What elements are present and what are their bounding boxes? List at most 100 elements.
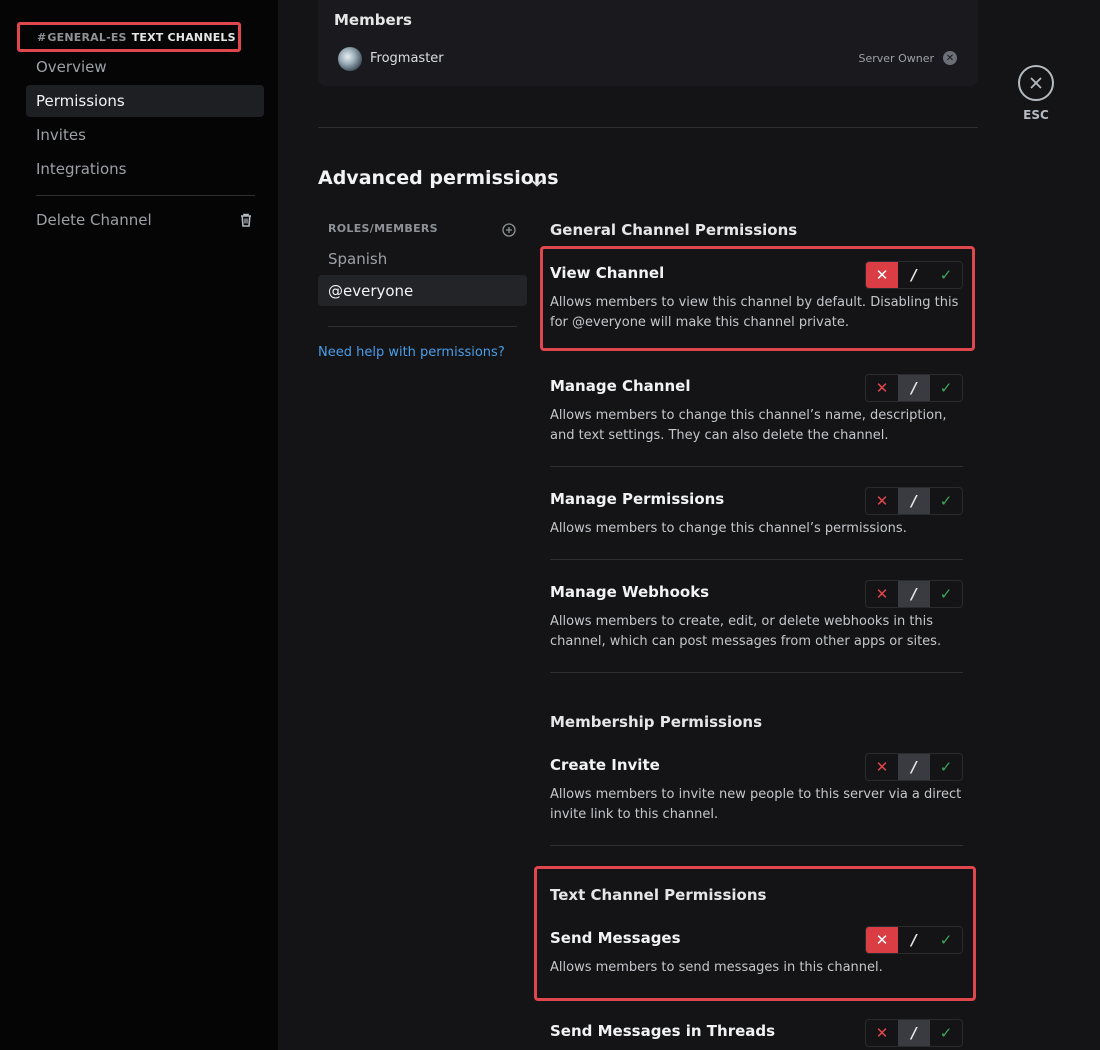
close-button[interactable] — [1018, 65, 1054, 101]
allow-icon: ✓ — [939, 266, 953, 284]
neutral-button[interactable]: / — [898, 375, 930, 401]
allow-icon: ✓ — [939, 379, 953, 397]
perm-manage-webhooks-desc: Allows members to create, edit, or delet… — [550, 614, 942, 649]
allow-button[interactable]: ✓ — [930, 488, 962, 514]
deny-button[interactable]: ✕ — [866, 488, 898, 514]
perm-send-messages-threads-toggle: ✕ / ✓ — [865, 1019, 963, 1047]
perm-divider — [550, 559, 963, 560]
allow-icon: ✓ — [939, 585, 953, 603]
perm-divider — [550, 845, 963, 846]
roles-members-header: ROLES/MEMBERS — [328, 222, 438, 235]
perm-manage-channel-title: Manage Channel — [550, 377, 691, 395]
perm-view-channel-desc: Allows members to view this channel by d… — [550, 295, 959, 330]
neutral-button[interactable]: / — [898, 754, 930, 780]
sidebar-divider — [36, 195, 255, 196]
perm-view-channel-title: View Channel — [550, 264, 665, 282]
perm-manage-channel-toggle: ✕ / ✓ — [865, 374, 963, 402]
allow-button[interactable]: ✓ — [930, 581, 962, 607]
section-text-title: Text Channel Permissions — [550, 886, 767, 904]
close-icon — [1030, 77, 1042, 89]
perm-send-messages-title: Send Messages — [550, 929, 681, 947]
deny-button[interactable]: ✕ — [866, 375, 898, 401]
allow-icon: ✓ — [939, 758, 953, 776]
neutral-button[interactable]: / — [898, 1020, 930, 1046]
channel-header: # GENERAL-ES TEXT CHANNELS — [17, 22, 241, 52]
perm-manage-permissions-desc: Allows members to change this channel’s … — [550, 521, 907, 536]
deny-icon: ✕ — [875, 585, 889, 603]
hash-icon: # — [37, 30, 47, 44]
sidebar-item-overview[interactable]: Overview — [26, 51, 264, 83]
deny-button[interactable]: ✕ — [866, 754, 898, 780]
neutral-icon: / — [911, 585, 917, 603]
channel-category: TEXT CHANNELS — [131, 30, 236, 44]
perm-manage-channel-desc: Allows members to change this channel’s … — [550, 408, 947, 443]
deny-icon: ✕ — [875, 379, 889, 397]
neutral-icon: / — [911, 492, 917, 510]
deny-button[interactable]: ✕ — [866, 927, 898, 953]
sidebar-item-invites[interactable]: Invites — [26, 119, 264, 151]
neutral-button[interactable]: / — [898, 927, 930, 953]
neutral-icon: / — [911, 931, 917, 949]
avatar — [338, 47, 362, 71]
allow-icon: ✓ — [939, 1024, 953, 1042]
perm-send-messages-desc: Allows members to send messages in this … — [550, 960, 883, 975]
perm-divider — [550, 672, 963, 673]
perm-create-invite-title: Create Invite — [550, 756, 660, 774]
section-membership-title: Membership Permissions — [550, 713, 762, 731]
perm-divider — [550, 466, 963, 467]
neutral-icon: / — [911, 1024, 917, 1042]
deny-button[interactable]: ✕ — [866, 262, 898, 288]
deny-icon: ✕ — [875, 266, 889, 284]
deny-icon: ✕ — [875, 931, 889, 949]
perm-create-invite-toggle: ✕ / ✓ — [865, 753, 963, 781]
perm-manage-permissions-toggle: ✕ / ✓ — [865, 487, 963, 515]
perm-manage-webhooks-title: Manage Webhooks — [550, 583, 710, 601]
roles-divider — [328, 326, 517, 327]
neutral-icon: / — [911, 758, 917, 776]
sidebar-item-integrations[interactable]: Integrations — [26, 153, 264, 185]
deny-button[interactable]: ✕ — [866, 581, 898, 607]
perm-manage-webhooks-toggle: ✕ / ✓ — [865, 580, 963, 608]
trash-icon — [240, 213, 252, 231]
perm-view-channel-toggle: ✕ / ✓ — [865, 261, 963, 289]
deny-icon: ✕ — [875, 1024, 889, 1042]
chevron-down-icon[interactable] — [530, 173, 544, 192]
neutral-icon: / — [911, 379, 917, 397]
deny-icon: ✕ — [875, 758, 889, 776]
sidebar-item-permissions[interactable]: Permissions — [26, 85, 264, 117]
perm-create-invite-desc: Allows members to invite new people to t… — [550, 787, 962, 822]
neutral-button[interactable]: / — [898, 262, 930, 288]
perm-manage-permissions-title: Manage Permissions — [550, 490, 725, 508]
allow-button[interactable]: ✓ — [930, 1020, 962, 1046]
role-item-spanish[interactable]: Spanish — [318, 243, 527, 274]
allow-button[interactable]: ✓ — [930, 754, 962, 780]
remove-member-icon[interactable]: ✕ — [943, 51, 957, 65]
deny-icon: ✕ — [875, 492, 889, 510]
settings-sidebar: # GENERAL-ES TEXT CHANNELS Overview Perm… — [0, 0, 278, 1050]
allow-button[interactable]: ✓ — [930, 927, 962, 953]
members-title: Members — [334, 11, 412, 29]
section-divider — [318, 127, 978, 128]
channel-name: GENERAL-ES — [47, 30, 127, 44]
neutral-button[interactable]: / — [898, 581, 930, 607]
member-name: Frogmaster — [370, 51, 444, 66]
perm-send-messages-threads-title: Send Messages in Threads — [550, 1022, 776, 1040]
delete-channel-label: Delete Channel — [36, 211, 152, 229]
delete-channel-button[interactable]: Delete Channel — [26, 204, 264, 236]
neutral-button[interactable]: / — [898, 488, 930, 514]
perm-send-messages-toggle: ✕ / ✓ — [865, 926, 963, 954]
allow-button[interactable]: ✓ — [930, 262, 962, 288]
section-general-title: General Channel Permissions — [550, 221, 798, 239]
allow-icon: ✓ — [939, 492, 953, 510]
neutral-icon: / — [911, 266, 917, 284]
help-permissions-link[interactable]: Need help with permissions? — [318, 345, 505, 360]
add-role-icon[interactable] — [502, 222, 516, 241]
members-card: Members Frogmaster Server Owner ✕ — [318, 0, 978, 86]
allow-icon: ✓ — [939, 931, 953, 949]
advanced-permissions-title[interactable]: Advanced permissions — [318, 167, 559, 189]
deny-button[interactable]: ✕ — [866, 1020, 898, 1046]
role-item-everyone[interactable]: @everyone — [318, 275, 527, 306]
member-role-label: Server Owner — [858, 52, 935, 65]
allow-button[interactable]: ✓ — [930, 375, 962, 401]
esc-label: ESC — [1023, 108, 1049, 122]
